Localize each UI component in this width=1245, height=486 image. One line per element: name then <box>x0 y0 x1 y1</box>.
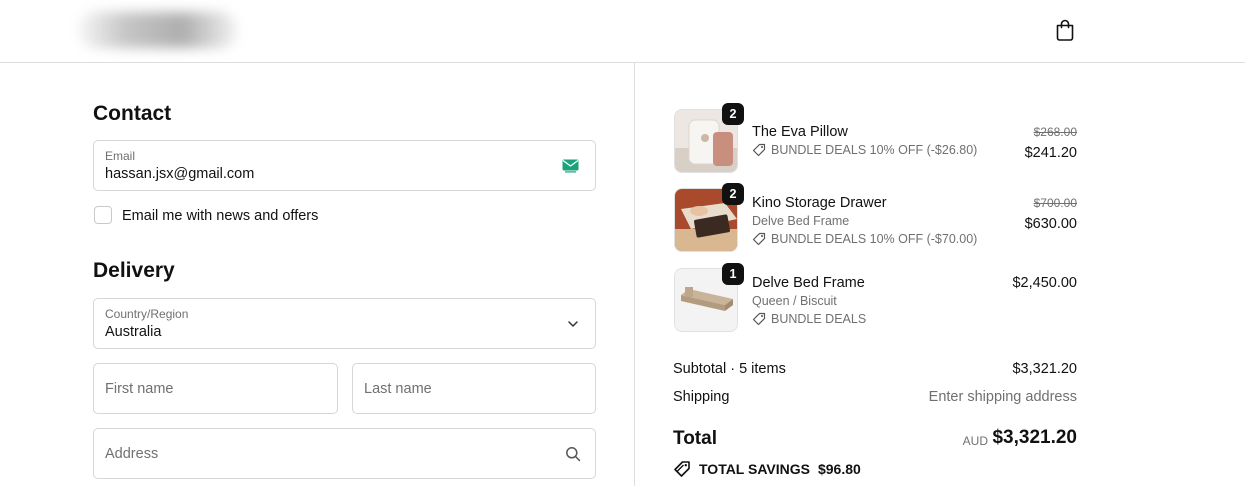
bundle-deal: BUNDLE DEALS 10% OFF (-$26.80) <box>752 143 977 157</box>
delivery-heading: Delivery <box>93 259 175 282</box>
last-name-placeholder: Last name <box>364 381 432 397</box>
shipping-label: Shipping <box>673 389 730 405</box>
country-label: Country/Region <box>105 307 189 321</box>
product-variant: Delve Bed Frame <box>752 214 850 228</box>
total-label: Total <box>673 428 717 449</box>
chevron-down-icon <box>568 321 578 327</box>
tag-icon <box>752 312 766 326</box>
subtotal-label: Subtotal · 5 items <box>673 361 786 377</box>
tag-icon <box>674 461 690 477</box>
tag-icon <box>752 232 766 246</box>
tag-icon <box>752 143 766 157</box>
email-label: Email <box>105 149 136 163</box>
site-header <box>0 0 1245 63</box>
bundle-deal: BUNDLE DEALS 10% OFF (-$70.00) <box>752 232 977 246</box>
product-price: $241.20 <box>1024 145 1077 161</box>
bundle-deal-label: BUNDLE DEALS 10% OFF (-$26.80) <box>771 143 978 157</box>
total-value: $3,321.20 <box>992 427 1077 448</box>
first-name-field[interactable]: First name <box>93 363 338 414</box>
bundle-deal: BUNDLE DEALS <box>752 312 866 326</box>
compare-price: $700.00 <box>1033 196 1077 210</box>
country-select[interactable]: Country/Region Australia <box>93 298 596 349</box>
shipping-value: Enter shipping address <box>928 389 1077 405</box>
product-name: Delve Bed Frame <box>752 275 865 291</box>
subtotal-value: $3,321.20 <box>1012 361 1077 377</box>
quantity-badge: 2 <box>722 183 744 205</box>
savings-value: $96.80 <box>817 461 861 477</box>
address-field[interactable]: Address <box>93 428 596 479</box>
email-autofill-icon[interactable] <box>562 159 579 173</box>
email-value: hassan.jsx@gmail.com <box>105 166 255 182</box>
currency-code: AUD <box>962 434 988 448</box>
column-divider <box>634 63 635 486</box>
quantity-badge: 1 <box>722 263 744 285</box>
compare-price: $268.00 <box>1033 125 1077 139</box>
product-name: Kino Storage Drawer <box>752 195 887 211</box>
bundle-deal-label: BUNDLE DEALS 10% OFF (-$70.00) <box>771 232 978 246</box>
store-logo[interactable] <box>78 12 238 48</box>
bundle-deal-label: BUNDLE DEALS <box>771 312 867 326</box>
savings-label: TOTAL SAVINGS <box>699 461 810 477</box>
shopping-bag-icon[interactable] <box>1054 18 1076 42</box>
contact-heading: Contact <box>93 102 172 125</box>
country-value: Australia <box>105 324 162 340</box>
search-icon[interactable] <box>565 446 581 462</box>
address-placeholder: Address <box>105 446 159 462</box>
news-offers-checkbox[interactable] <box>94 206 112 224</box>
first-name-placeholder: First name <box>105 381 174 397</box>
product-price: $630.00 <box>1024 216 1077 232</box>
email-field[interactable]: Email hassan.jsx@gmail.com <box>93 140 596 191</box>
product-variant: Queen / Biscuit <box>752 294 837 308</box>
news-offers-label[interactable]: Email me with news and offers <box>122 208 318 224</box>
quantity-badge: 2 <box>722 103 744 125</box>
total-savings: TOTAL SAVINGS $96.80 <box>673 460 861 478</box>
product-name: The Eva Pillow <box>752 124 848 140</box>
product-price: $2,450.00 <box>1012 275 1077 291</box>
last-name-field[interactable]: Last name <box>352 363 596 414</box>
